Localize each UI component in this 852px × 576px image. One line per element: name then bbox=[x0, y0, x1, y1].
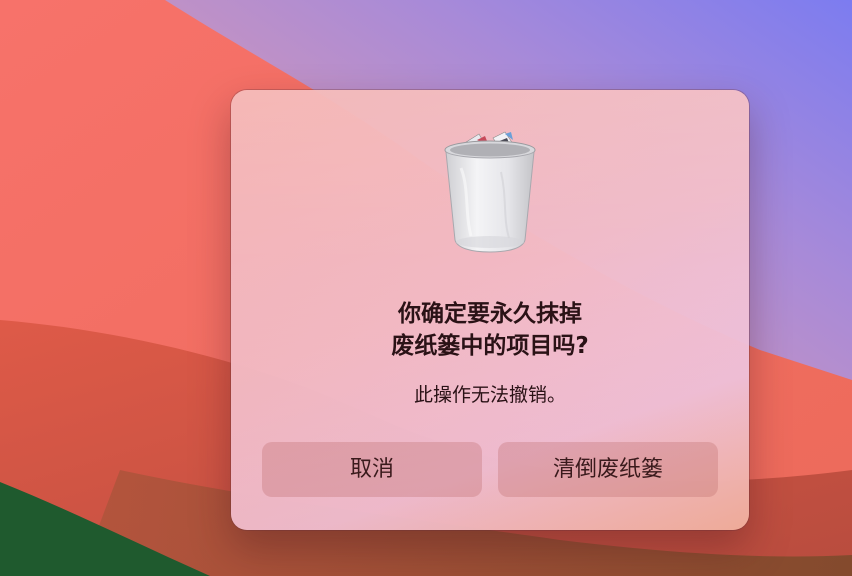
cancel-button[interactable]: 取消 bbox=[262, 442, 482, 497]
dialog-message: 此操作无法撤销。 bbox=[413, 384, 566, 406]
empty-trash-button[interactable]: 清倒废纸篓 bbox=[498, 442, 718, 497]
dialog-title: 你确定要永久抹掉 废纸篓中的项目吗? bbox=[231, 298, 749, 362]
trash-full-icon bbox=[441, 128, 539, 254]
dialog-title-line-2: 废纸篓中的项目吗? bbox=[391, 333, 589, 359]
empty-trash-dialog: 你确定要永久抹掉 废纸篓中的项目吗? 此操作无法撤销。 取消 清倒废纸篓 bbox=[231, 90, 749, 530]
dialog-title-line-1: 你确定要永久抹掉 bbox=[398, 301, 582, 327]
